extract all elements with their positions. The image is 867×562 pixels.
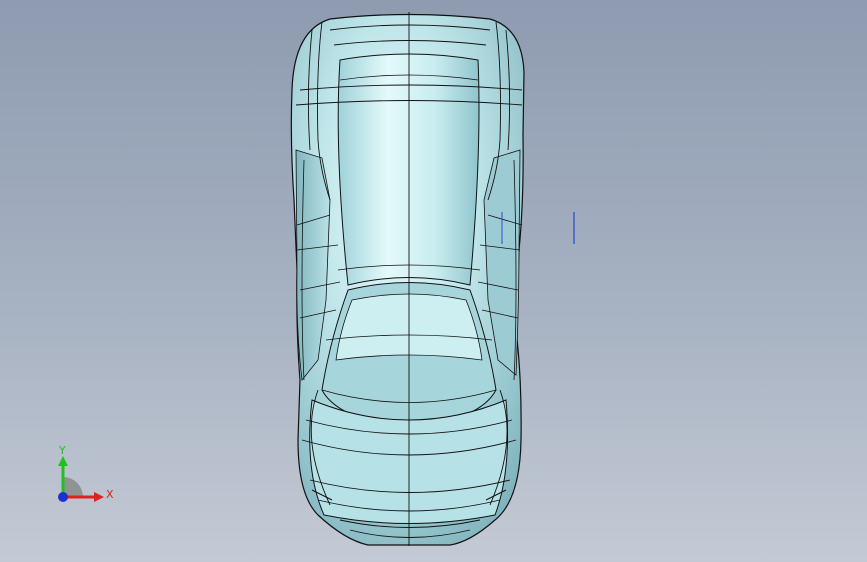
orientation-triad[interactable]: Y X — [44, 440, 124, 510]
origin-dot-icon — [58, 492, 68, 502]
x-axis-arrow-icon — [94, 492, 104, 502]
y-axis-arrow-icon — [58, 456, 68, 466]
graphics-viewport[interactable]: Y X — [0, 0, 867, 562]
car-model-top-view[interactable] — [0, 0, 867, 562]
x-axis-label: X — [106, 488, 114, 501]
y-axis-label: Y — [58, 444, 66, 457]
